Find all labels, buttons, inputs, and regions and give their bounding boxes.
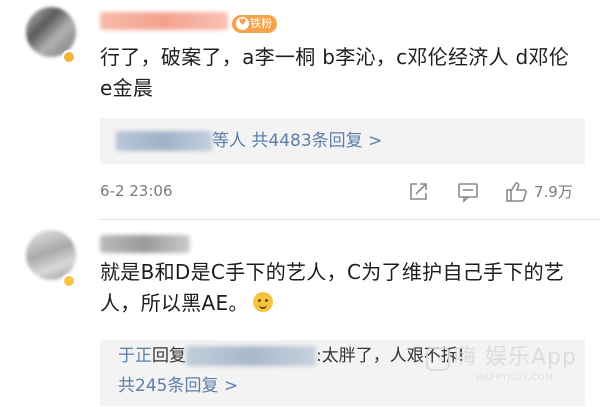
share-icon[interactable] [407, 181, 429, 203]
avatar-verified-badge [62, 50, 76, 64]
reply-count-link[interactable]: 共245条回复 > [118, 374, 238, 398]
divider [100, 219, 600, 220]
heart-icon: ♥ [236, 17, 249, 30]
avatar[interactable] [26, 230, 76, 280]
reply-users-blurred [116, 131, 212, 151]
fan-badge: ♥ 铁粉 [232, 15, 277, 33]
reply-summary[interactable]: 等人 共4483条回复 > [116, 129, 382, 153]
reply-verb: 回复 [152, 346, 186, 366]
comment-icon[interactable] [457, 181, 479, 203]
like-icon[interactable] [505, 181, 529, 203]
comment-text-content: 就是B和D是C手下的艺人，C为了维护自己手下的艺人，所以黑AE。 [100, 260, 565, 315]
username-blurred[interactable] [100, 235, 190, 253]
comment-timestamp: 6-2 23:06 [100, 182, 173, 200]
reply-author-link[interactable]: 于正 [118, 346, 152, 366]
comment-text: 行了，破案了，a李一桐 b李沁，c邓伦经济人 d邓伦 e金晨 [100, 45, 570, 100]
comment-meta: 6-2 23:06 7.9万 [100, 181, 585, 203]
reply-users-suffix: 等人 [212, 131, 246, 151]
shrug-emoji-icon [252, 292, 273, 312]
username-blurred[interactable] [100, 12, 228, 30]
reply-count-link[interactable]: 共4483条回复 > [251, 131, 382, 151]
watermark-logo-icon [426, 347, 450, 371]
watermark-sub: HAPPYJUZI.COM [476, 373, 554, 383]
reply-target-blurred [186, 346, 316, 366]
avatar-verified-badge [62, 274, 76, 288]
watermark-main: 嗨 娱乐App [454, 345, 577, 370]
reply-summary-box[interactable]: 等人 共4483条回复 > [100, 118, 585, 164]
fan-badge-label: 铁粉 [250, 17, 272, 30]
watermark: 嗨 娱乐App HAPPYJUZI.COM [426, 345, 596, 400]
comment-text: 就是B和D是C手下的艺人，C为了维护自己手下的艺人，所以黑AE。 [100, 257, 580, 319]
reply-preview[interactable]: 于正回复:太胖了，人艰不拆! [118, 344, 465, 368]
comment-item: ♥ 铁粉 行了，破案了，a李一桐 b李沁，c邓伦经济人 d邓伦 e金晨 等人 共… [0, 0, 600, 220]
like-count: 7.9万 [534, 183, 573, 201]
